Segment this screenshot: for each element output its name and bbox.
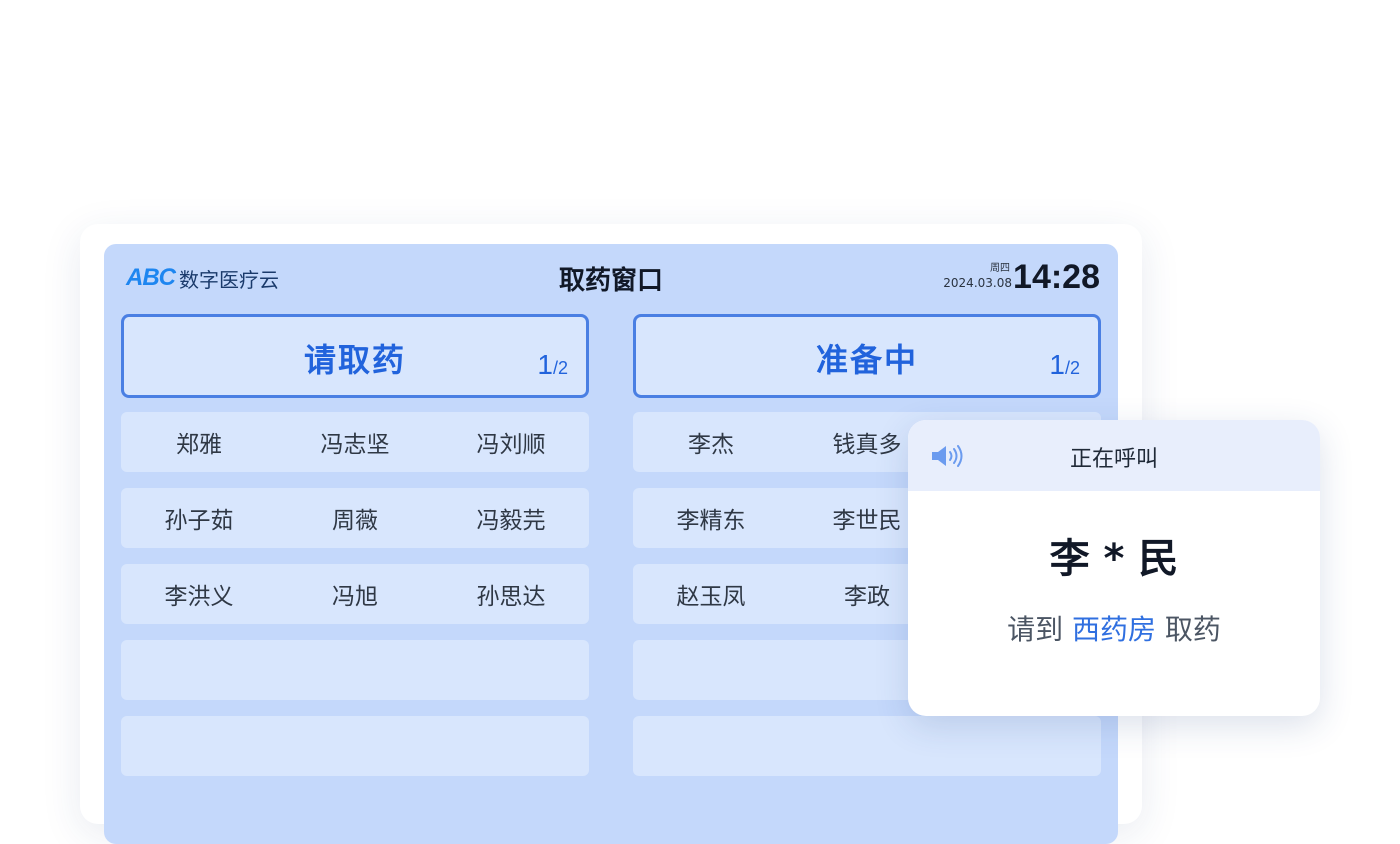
panel-title-preparing: 准备中 xyxy=(815,341,918,379)
pager-ready: 1/2 xyxy=(537,349,568,381)
instruction-suffix: 取药 xyxy=(1164,613,1221,646)
panel-header-ready: 请取药 1/2 xyxy=(121,314,589,398)
pager-preparing: 1/2 xyxy=(1049,349,1080,381)
pager-current: 1 xyxy=(1049,349,1065,380)
pager-total: /2 xyxy=(552,358,568,378)
panel-title-ready: 请取药 xyxy=(303,341,406,379)
patient-name: 李精东 xyxy=(676,508,746,534)
list-item-empty xyxy=(121,716,589,776)
patient-name: 冯旭 xyxy=(331,584,378,610)
date-label: 2024.03.08 xyxy=(943,276,1012,290)
calling-popup: 正在呼叫 李 * 民 请到 西药房 取药 xyxy=(908,420,1320,716)
date-block: 周四 2024.03.08 xyxy=(943,263,1012,291)
panel-header-preparing: 准备中 1/2 xyxy=(633,314,1101,398)
patient-name: 周薇 xyxy=(331,508,378,534)
patient-name: 赵玉凤 xyxy=(676,584,746,610)
list-item: 李洪义 冯旭 孙思达 xyxy=(121,564,589,624)
patient-name: 李洪义 xyxy=(164,584,234,610)
pharmacy-location: 西药房 xyxy=(1071,613,1156,646)
patient-name: 冯刘顺 xyxy=(476,432,546,458)
calling-label: 正在呼叫 xyxy=(1069,447,1158,472)
patient-name: 孙子茹 xyxy=(164,508,234,534)
list-item: 孙子茹 周薇 冯毅芫 xyxy=(121,488,589,548)
pager-current: 1 xyxy=(537,349,553,380)
calling-instruction: 请到 西药房 取药 xyxy=(908,608,1320,648)
patient-name: 冯志坚 xyxy=(320,432,390,458)
list-item: 郑雅 冯志坚 冯刘顺 xyxy=(121,412,589,472)
instruction-prefix: 请到 xyxy=(1007,613,1064,646)
patient-name: 李杰 xyxy=(687,432,734,458)
called-patient-name: 李 * 民 xyxy=(1049,536,1179,582)
calling-header: 正在呼叫 xyxy=(908,420,1320,491)
list-item-empty xyxy=(121,640,589,700)
patient-name: 孙思达 xyxy=(476,584,546,610)
pager-total: /2 xyxy=(1064,358,1080,378)
patient-name: 郑雅 xyxy=(175,432,222,458)
clock: 14:28 xyxy=(1013,258,1100,296)
patient-name: 冯毅芫 xyxy=(476,508,546,534)
list-item-empty xyxy=(633,716,1101,776)
weekday-label: 周四 xyxy=(990,263,1010,274)
